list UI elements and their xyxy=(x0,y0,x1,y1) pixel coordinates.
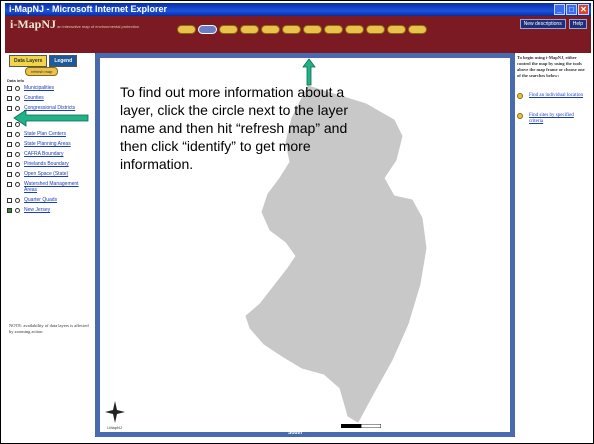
tool-button-4[interactable] xyxy=(240,25,259,34)
layer-row: State Plan Centers xyxy=(7,131,91,139)
layer-checkbox[interactable] xyxy=(7,106,12,111)
layer-info-radio[interactable] xyxy=(15,162,20,167)
close-icon[interactable]: ✕ xyxy=(578,4,589,15)
tab-data-layers[interactable]: Data Layers xyxy=(9,55,48,67)
search-intro-text: To begin using i-MapNJ, either control t… xyxy=(517,55,585,78)
map-toolbar xyxy=(177,25,427,34)
layer-name-link[interactable]: State Plan Centers xyxy=(24,131,90,137)
layer-info-radio[interactable] xyxy=(15,152,20,157)
maximize-icon[interactable]: □ xyxy=(566,4,577,15)
layer-info-radio[interactable] xyxy=(15,172,20,177)
window-controls: _ □ ✕ xyxy=(554,4,589,15)
layer-row: Counties xyxy=(7,95,91,103)
layer-info-radio[interactable] xyxy=(15,96,20,101)
layer-checkbox[interactable] xyxy=(7,162,12,167)
layer-row: Municipalities xyxy=(7,85,91,93)
layer-row: CAFRA Boundary xyxy=(7,151,91,159)
tool-button-12[interactable] xyxy=(408,25,427,34)
tool-button-10[interactable] xyxy=(366,25,385,34)
title-bar: i-MapNJ - Microsoft Internet Explorer _ … xyxy=(5,3,591,16)
layer-info-radio[interactable] xyxy=(15,208,20,213)
new-descriptions-button[interactable]: New descriptions xyxy=(519,19,566,29)
tool-button-5[interactable] xyxy=(261,25,280,34)
north-arrow-icon xyxy=(105,401,125,423)
layer-list: Municipalities Counties Congressional Dist… xyxy=(7,85,91,217)
layer-name-link[interactable]: Open Space (State) xyxy=(24,171,90,177)
find-sites-link[interactable]: Find sites by specified criteria xyxy=(517,113,589,127)
pan-west-bar[interactable] xyxy=(95,54,100,436)
layer-name-link[interactable]: Pinelands Boundary xyxy=(24,161,90,167)
help-button[interactable]: Help xyxy=(568,19,587,29)
app-tagline: an interactive map of environmental prot… xyxy=(57,24,140,29)
compass-label: i-MapNJ xyxy=(107,425,122,430)
browser-window: i-MapNJ - Microsoft Internet Explorer _ … xyxy=(0,0,594,444)
bullet-icon xyxy=(517,93,523,99)
minimize-icon[interactable]: _ xyxy=(554,4,565,15)
layer-row: New Jersey xyxy=(7,207,91,215)
layer-name-link[interactable]: Watershed Management Areas xyxy=(24,181,90,193)
layer-checkbox[interactable] xyxy=(7,208,12,213)
layer-checkbox[interactable] xyxy=(7,152,12,157)
layer-checkbox[interactable] xyxy=(7,122,12,127)
scale-bar-icon xyxy=(341,424,381,428)
layer-info-radio[interactable] xyxy=(15,142,20,147)
tool-button-1[interactable] xyxy=(177,25,196,34)
find-location-link[interactable]: Find an individual location xyxy=(517,93,589,107)
tool-button-2[interactable] xyxy=(198,25,217,34)
app-logo: i-MapNJ xyxy=(10,17,56,31)
instruction-text: To find out more information about a lay… xyxy=(120,84,348,172)
layer-row: Pinelands Boundary xyxy=(7,161,91,169)
layer-name-link[interactable]: State Planning Areas xyxy=(24,141,90,147)
layer-checkbox[interactable] xyxy=(7,132,12,137)
app-header: i-MapNJ an interactive map of environmen… xyxy=(5,16,591,53)
layer-name-link[interactable]: Municipalities xyxy=(24,85,90,91)
panel-tabs: Data Layers Legend xyxy=(9,55,78,67)
layer-checkbox[interactable] xyxy=(7,172,12,177)
layer-row: Open Space (State) xyxy=(7,171,91,179)
layer-row: Quarter Quads xyxy=(7,197,91,205)
find-sites-label[interactable]: Find sites by specified criteria xyxy=(529,113,587,125)
tool-button-11[interactable] xyxy=(387,25,406,34)
layer-checkbox[interactable] xyxy=(7,198,12,203)
layer-row: State Planning Areas xyxy=(7,141,91,149)
tool-button-9[interactable] xyxy=(345,25,364,34)
refresh-map-button[interactable]: refresh map xyxy=(25,67,59,76)
identify-tool-button[interactable] xyxy=(303,25,322,34)
tool-button-3[interactable] xyxy=(219,25,238,34)
tab-legend[interactable]: Legend xyxy=(49,55,78,67)
tool-button-8[interactable] xyxy=(324,25,343,34)
layer-name-link[interactable]: Counties xyxy=(24,95,90,101)
layer-info-radio[interactable] xyxy=(15,198,20,203)
layer-info-radio[interactable] xyxy=(15,132,20,137)
search-panel: To begin using i-MapNJ, either control t… xyxy=(515,53,591,443)
tool-button-6[interactable] xyxy=(282,25,301,34)
arrow-left-icon xyxy=(13,109,89,127)
layer-checkbox[interactable] xyxy=(7,182,12,187)
layer-name-link[interactable]: New Jersey xyxy=(24,207,90,213)
arrow-up-icon xyxy=(302,58,316,86)
data-info-label: Data info xyxy=(7,78,25,83)
layer-checkbox[interactable] xyxy=(7,86,12,91)
layer-name-link[interactable]: Quarter Quads xyxy=(24,197,90,203)
layer-info-radio[interactable] xyxy=(15,86,20,91)
window-title: i-MapNJ - Microsoft Internet Explorer xyxy=(9,4,168,14)
find-location-label[interactable]: Find an individual location xyxy=(529,93,587,99)
bullet-icon xyxy=(517,113,523,119)
layer-checkbox[interactable] xyxy=(7,96,12,101)
layer-checkbox[interactable] xyxy=(7,142,12,147)
zoom-note: NOTE: availability of data layers is aff… xyxy=(9,323,89,334)
header-buttons: New descriptions Help xyxy=(519,19,587,29)
layer-row: Watershed Management Areas xyxy=(7,181,91,195)
layer-info-radio[interactable] xyxy=(15,182,20,187)
layer-name-link[interactable]: CAFRA Boundary xyxy=(24,151,90,157)
